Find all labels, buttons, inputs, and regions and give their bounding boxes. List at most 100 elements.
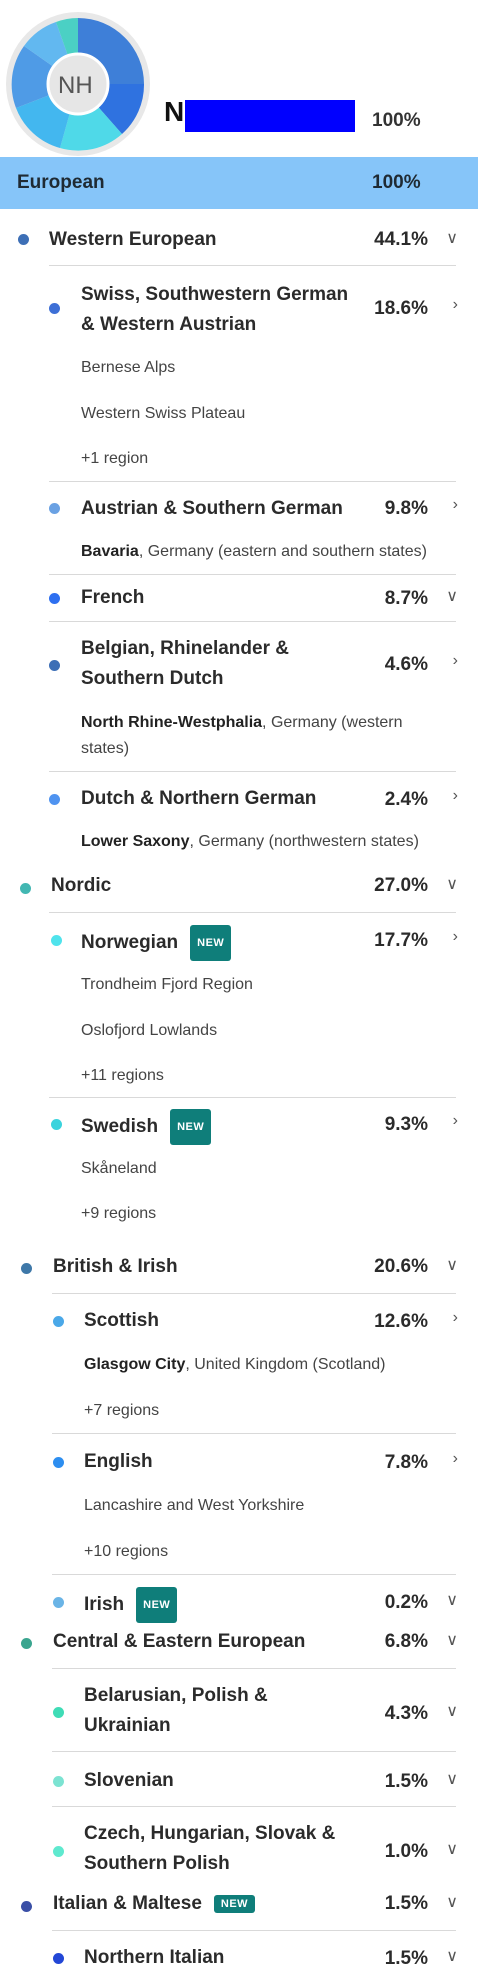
region-french[interactable]: French 8.7% ∨ xyxy=(0,583,478,613)
czech-dot xyxy=(53,1846,64,1857)
european-pct: 100% xyxy=(372,172,421,193)
group-italian-maltese[interactable]: Italian & Maltese NEW 1.5% ∨ xyxy=(0,1891,478,1921)
chevron-down-icon: ∨ xyxy=(446,588,458,605)
region-pct: 1.5% xyxy=(384,1771,428,1792)
group-western-european[interactable]: Western European 44.1% ∨ xyxy=(0,225,478,255)
chevron-down-icon: ∨ xyxy=(446,1948,458,1965)
divider xyxy=(52,1433,456,1434)
region-scottish[interactable]: Scottish 12.6% › xyxy=(0,1306,478,1336)
european-summary-bar: European 100% xyxy=(0,157,478,209)
region-norwegian[interactable]: Norwegian NEW 17.7% › xyxy=(0,925,478,961)
chevron-down-icon: ∨ xyxy=(446,1632,458,1649)
subregion: Lancashire and West Yorkshire xyxy=(84,1497,305,1514)
new-badge: NEW xyxy=(136,1587,178,1623)
subregion: Glasgow City, United Kingdom (Scotland) xyxy=(84,1356,385,1374)
region-english[interactable]: English 7.8% › xyxy=(0,1447,478,1477)
swedish-dot xyxy=(51,1119,62,1130)
region-pct: 12.6% xyxy=(374,1311,428,1332)
group-british-irish[interactable]: British & Irish 20.6% ∨ xyxy=(0,1253,478,1283)
more-regions-link[interactable]: +7 regions xyxy=(84,1402,159,1420)
new-badge: NEW xyxy=(213,1894,256,1913)
divider xyxy=(49,621,456,622)
divider xyxy=(49,481,456,482)
subregion: Skåneland xyxy=(81,1160,157,1177)
ancestry-donut-avatar[interactable]: NH xyxy=(4,10,152,158)
region-label: Norwegian NEW xyxy=(81,925,232,961)
chevron-down-icon: ∨ xyxy=(446,876,458,893)
region-swedish[interactable]: Swedish NEW 9.3% › xyxy=(0,1109,478,1145)
more-regions-link[interactable]: +1 region xyxy=(81,450,148,468)
new-badge: NEW xyxy=(190,925,232,961)
region-belgian[interactable]: Belgian, Rhinelander & Southern Dutch 4.… xyxy=(0,634,478,694)
region-pct: 7.8% xyxy=(384,1452,428,1473)
more-regions-link[interactable]: +11 regions xyxy=(81,1067,164,1085)
divider xyxy=(52,1806,456,1807)
region-label: Dutch & Northern German xyxy=(81,788,317,809)
divider xyxy=(49,574,456,575)
chevron-down-icon: ∨ xyxy=(446,1703,458,1720)
region-dutch[interactable]: Dutch & Northern German 2.4% › xyxy=(0,784,478,814)
region-pct: 1.5% xyxy=(384,1948,428,1969)
chevron-right-icon: › xyxy=(452,296,458,313)
chevron-down-icon: ∨ xyxy=(446,1841,458,1858)
region-austrian[interactable]: Austrian & Southern German 9.8% › xyxy=(0,494,478,524)
group-pct: 44.1% xyxy=(374,229,428,250)
western-european-dot xyxy=(18,234,29,245)
subregion-rest: , Germany (eastern and southern states) xyxy=(138,543,427,560)
subregion: Bernese Alps xyxy=(81,359,176,376)
chevron-right-icon: › xyxy=(452,1450,458,1467)
region-northern-italian[interactable]: Northern Italian 1.5% ∨ xyxy=(0,1943,478,1973)
group-pct: 27.0% xyxy=(374,875,428,896)
belgian-dot xyxy=(49,660,60,671)
subregion: North Rhine-Westphalia, Germany (western xyxy=(81,714,403,732)
english-dot xyxy=(53,1457,64,1468)
group-pct: 6.8% xyxy=(384,1631,428,1652)
region-label-line2: Southern Polish xyxy=(84,1853,230,1874)
more-regions-link[interactable]: +9 regions xyxy=(81,1205,156,1223)
new-badge: NEW xyxy=(170,1109,212,1145)
group-label: Nordic xyxy=(51,875,112,896)
more-regions-link[interactable]: +10 regions xyxy=(84,1543,168,1561)
region-swiss[interactable]: Swiss, Southwestern German & Western Aus… xyxy=(0,280,478,340)
subregion-continued: states) xyxy=(81,740,130,757)
total-percentage: 100% xyxy=(372,110,421,131)
divider xyxy=(49,265,456,266)
region-czech[interactable]: Czech, Hungarian, Slovak & Southern Poli… xyxy=(0,1819,478,1879)
region-pct: 4.6% xyxy=(384,654,428,675)
user-name: N xyxy=(164,96,185,127)
chevron-right-icon: › xyxy=(452,1309,458,1326)
region-pct: 9.8% xyxy=(384,498,428,519)
region-pct: 0.2% xyxy=(384,1592,428,1613)
region-slovenian[interactable]: Slovenian 1.5% ∨ xyxy=(0,1766,478,1796)
divider xyxy=(52,1930,456,1931)
italian-maltese-dot xyxy=(21,1901,32,1912)
belarusian-dot xyxy=(53,1707,64,1718)
subregion-rest: , United Kingdom (Scotland) xyxy=(185,1356,386,1373)
chevron-down-icon: ∨ xyxy=(446,1257,458,1274)
group-label-text: Italian & Maltese xyxy=(53,1893,202,1914)
region-belarusian[interactable]: Belarusian, Polish & Ukrainian 4.3% ∨ xyxy=(0,1681,478,1741)
irish-dot xyxy=(53,1597,64,1608)
group-nordic[interactable]: Nordic 27.0% ∨ xyxy=(0,873,478,903)
subregion: Oslofjord Lowlands xyxy=(81,1022,218,1039)
chevron-down-icon: ∨ xyxy=(446,1894,458,1911)
subregion: Western Swiss Plateau xyxy=(81,405,246,422)
subregion-rest: , Germany (northwestern states) xyxy=(189,833,419,850)
region-label: Slovenian xyxy=(84,1770,174,1791)
region-pct: 18.6% xyxy=(374,298,428,319)
nordic-dot xyxy=(20,883,31,894)
scottish-dot xyxy=(53,1316,64,1327)
group-central-eastern[interactable]: Central & Eastern European 6.8% ∨ xyxy=(0,1628,478,1658)
region-label: French xyxy=(81,587,145,608)
subregion-bold: Glasgow City xyxy=(84,1356,186,1373)
region-label: Austrian & Southern German xyxy=(81,498,343,519)
region-irish[interactable]: Irish NEW 0.2% ∨ xyxy=(0,1587,478,1623)
region-label-line2: & Western Austrian xyxy=(81,314,257,335)
region-label-line1: Belarusian, Polish & xyxy=(84,1685,268,1706)
chevron-right-icon: › xyxy=(452,496,458,513)
northern-italian-dot xyxy=(53,1953,64,1964)
region-label: Irish NEW xyxy=(84,1587,178,1623)
subregion: Trondheim Fjord Region xyxy=(81,976,253,993)
central-eastern-dot xyxy=(21,1638,32,1649)
group-label: British & Irish xyxy=(53,1256,178,1277)
